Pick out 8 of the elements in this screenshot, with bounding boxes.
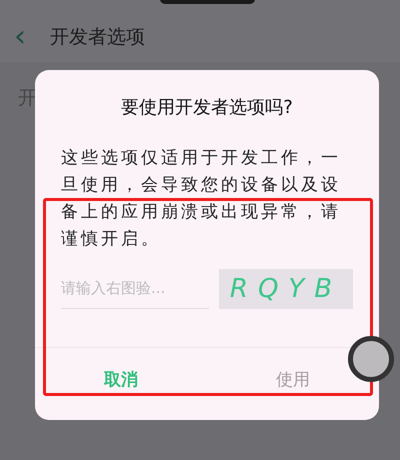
page-title: 开发者选项: [50, 24, 145, 50]
dialog-message: 这些选项仅适用于开发工作，一旦使用，会导致您的设备以及设备上的应用崩溃或出现异常，请谨慎开启。: [61, 147, 342, 251]
cancel-button[interactable]: 取消: [80, 348, 162, 414]
captcha-image[interactable]: RQYB: [219, 269, 353, 309]
dialog-title: 要使用开发者选项吗?: [120, 96, 294, 120]
floating-ball-button[interactable]: [348, 336, 394, 382]
captcha-input-field[interactable]: 请输入右图验...: [61, 269, 209, 309]
back-button[interactable]: ‹: [14, 22, 26, 52]
